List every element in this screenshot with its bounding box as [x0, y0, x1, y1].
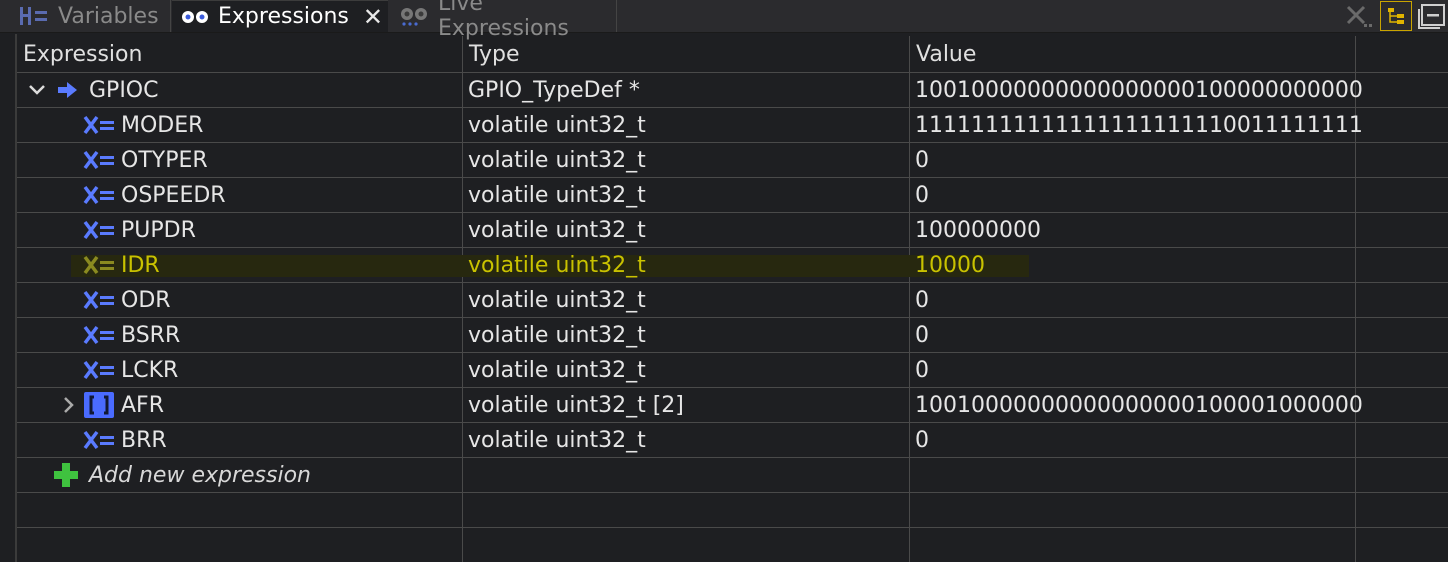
collapse-chevron-icon[interactable] — [27, 73, 47, 107]
expression-type: GPIO_TypeDef * — [468, 77, 640, 103]
expression-name: LCKR — [121, 357, 179, 383]
expression-type: volatile uint32_t [2] — [468, 392, 684, 418]
variables-icon — [18, 5, 50, 27]
table-row-gpioc[interactable]: GPIOC GPIO_TypeDef * 1001000000000000000… — [17, 72, 1448, 107]
table-row-odr[interactable]: ODR volatile uint32_t 0 — [17, 282, 1448, 317]
expression-value[interactable]: 100000000 — [915, 213, 1041, 247]
pointer-arrow-icon — [57, 73, 79, 107]
column-header-expression[interactable]: Expression — [17, 36, 462, 72]
expression-type: volatile uint32_t — [468, 147, 646, 173]
field-icon — [83, 423, 117, 457]
expression-type: volatile uint32_t — [468, 112, 646, 138]
expand-chevron-icon[interactable] — [61, 388, 77, 422]
collapse-all-icon[interactable] — [1418, 2, 1448, 30]
live-expressions-icon — [398, 5, 430, 27]
table-row-lckr[interactable]: LCKR volatile uint32_t 0 — [17, 352, 1448, 387]
expression-name: OSPEEDR — [121, 182, 226, 208]
expression-value[interactable]: 0 — [915, 178, 929, 212]
tab-live-expressions-label: Live Expressions — [438, 0, 569, 41]
expression-type: volatile uint32_t — [468, 252, 646, 278]
expressions-table: Expression Type Value GPIOC GPIO_TypeDef… — [17, 36, 1448, 562]
expression-type: volatile uint32_t — [468, 182, 646, 208]
expression-name: PUPDR — [121, 217, 196, 243]
expression-type: volatile uint32_t — [468, 322, 646, 348]
table-row-pupdr[interactable]: PUPDR volatile uint32_t 100000000 — [17, 212, 1448, 247]
expression-value[interactable]: 0 — [915, 143, 929, 177]
expression-name: OTYPER — [121, 147, 208, 173]
tab-variables[interactable]: Variables — [18, 0, 168, 32]
column-header-type[interactable]: Type — [463, 36, 909, 72]
expression-value[interactable]: 0 — [915, 353, 929, 387]
add-new-expression-row[interactable]: Add new expression — [17, 457, 1448, 492]
expression-name: BRR — [121, 427, 167, 453]
expression-value[interactable]: 0 — [915, 318, 929, 352]
expression-name: IDR — [121, 252, 160, 278]
close-icon[interactable]: ✕ — [363, 3, 383, 31]
field-icon — [83, 318, 117, 352]
tab-separator — [616, 0, 617, 32]
array-icon — [83, 388, 115, 422]
expression-type: volatile uint32_t — [468, 287, 646, 313]
empty-row — [17, 492, 1448, 527]
expression-name: AFR — [121, 392, 164, 418]
view-toolbar — [1338, 0, 1448, 32]
remove-all-icon[interactable] — [1344, 2, 1374, 30]
field-icon — [83, 108, 117, 142]
expression-name: ODR — [121, 287, 171, 313]
field-icon — [83, 353, 117, 387]
expression-name: GPIOC — [89, 77, 159, 103]
expression-value[interactable]: 11111111111111111111110011111111 — [915, 108, 1363, 142]
show-logical-structure-icon[interactable] — [1380, 1, 1412, 31]
table-row-afr[interactable]: AFR volatile uint32_t [2] 10010000000000… — [17, 387, 1448, 422]
expression-type: volatile uint32_t — [468, 357, 646, 383]
expression-name: BSRR — [121, 322, 181, 348]
tab-variables-label: Variables — [58, 3, 159, 29]
expression-name: MODER — [121, 112, 204, 138]
expression-value[interactable]: 10010000000000000000100000000000 — [915, 73, 1363, 107]
tab-expressions-label: Expressions — [218, 4, 349, 29]
expression-type: volatile uint32_t — [468, 217, 646, 243]
column-header-value[interactable]: Value — [910, 36, 1355, 72]
view-tab-bar: Variables Expressions ✕ Live Expressions — [0, 0, 1448, 41]
expressions-icon — [180, 9, 210, 25]
field-icon — [83, 178, 117, 212]
table-row-idr[interactable]: IDR volatile uint32_t 10000 — [17, 247, 1448, 282]
tab-separator — [170, 0, 171, 32]
expression-value[interactable]: 0 — [915, 283, 929, 317]
table-row-bsrr[interactable]: BSRR volatile uint32_t 0 — [17, 317, 1448, 352]
expression-value[interactable]: 0 — [915, 423, 929, 457]
add-plus-icon — [53, 458, 79, 492]
expression-value[interactable]: 10000 — [915, 248, 985, 282]
field-icon — [83, 248, 117, 282]
tab-live-expressions[interactable]: Live Expressions — [390, 0, 616, 41]
add-new-expression-label[interactable]: Add new expression — [89, 458, 311, 492]
expression-type: volatile uint32_t — [468, 427, 646, 453]
table-row-brr[interactable]: BRR volatile uint32_t 0 — [17, 422, 1448, 457]
tab-expressions[interactable]: Expressions ✕ — [172, 0, 388, 32]
empty-row — [17, 527, 1448, 562]
field-icon — [83, 213, 117, 247]
table-row-ospeedr[interactable]: OSPEEDR volatile uint32_t 0 — [17, 177, 1448, 212]
table-row-moder[interactable]: MODER volatile uint32_t 1111111111111111… — [17, 107, 1448, 142]
table-row-otyper[interactable]: OTYPER volatile uint32_t 0 — [17, 142, 1448, 177]
field-icon — [83, 283, 117, 317]
expression-value[interactable]: 10010000000000000000100001000000 — [915, 388, 1363, 422]
field-icon — [83, 143, 117, 177]
